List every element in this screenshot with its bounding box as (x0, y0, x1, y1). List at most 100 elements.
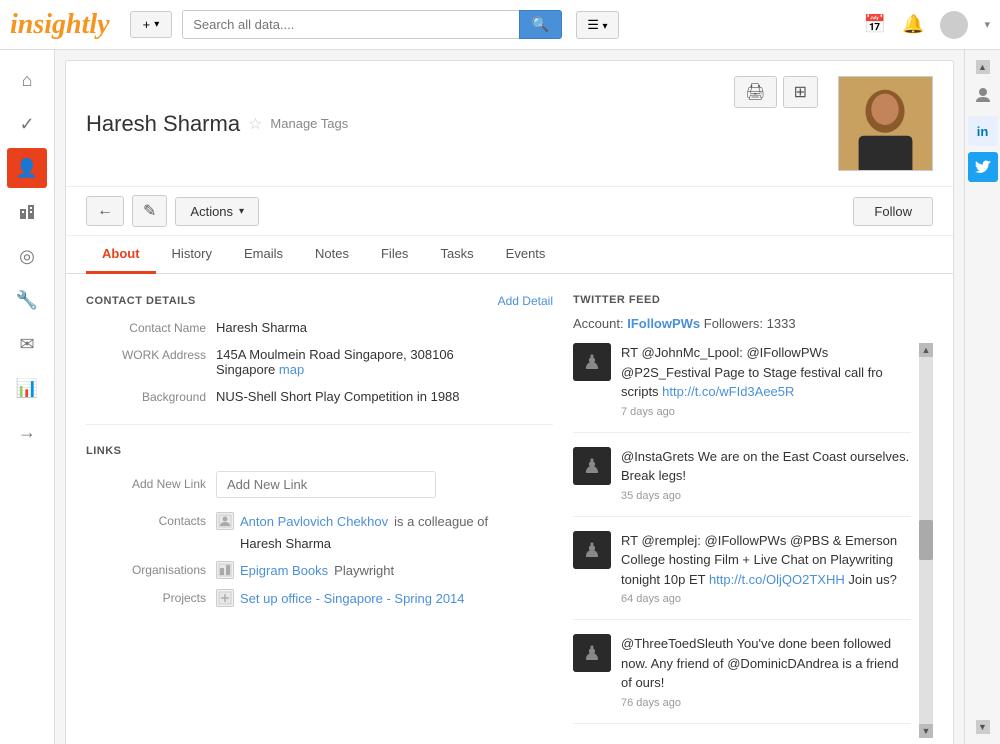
tweet-3-link[interactable]: http://t.co/OljQO2TXHH (709, 572, 845, 587)
sidebar-item-organizations[interactable] (7, 192, 47, 232)
back-button[interactable]: ← (86, 196, 124, 226)
actions-button[interactable]: Actions ▾ (175, 197, 259, 226)
twitter-followers-count: 1333 (767, 316, 796, 331)
content-area: Haresh Sharma ☆ Manage Tags 🖨 ⊞ (55, 50, 1000, 744)
detail-row-name: Contact Name Haresh Sharma (86, 320, 553, 335)
detail-value-background: NUS-Shell Short Play Competition in 1988 (216, 389, 553, 404)
tweet-3-text: RT @remplej: @IFollowPWs @PBS & Emerson … (621, 531, 911, 590)
add-link-input[interactable] (216, 471, 436, 498)
links-title: LINKS (86, 445, 553, 457)
contacts-icon (216, 512, 234, 530)
twitter-handle[interactable]: IFollowPWs (627, 316, 700, 331)
expand-button[interactable]: ⊞ (783, 76, 818, 108)
tab-events[interactable]: Events (490, 236, 562, 274)
avatar-image (839, 76, 932, 171)
grid-button[interactable]: ☰ ▾ (576, 11, 618, 39)
twitter-scroll-down[interactable]: ▼ (919, 724, 933, 738)
right-icon-linkedin[interactable]: in (968, 116, 998, 146)
search-input[interactable] (182, 10, 519, 39)
add-button[interactable]: + ▾ (130, 11, 173, 38)
manage-tags[interactable]: Manage Tags (270, 116, 348, 131)
svg-text:♟: ♟ (583, 352, 601, 374)
tabs-bar: About History Emails Notes Files Tasks E… (66, 236, 953, 274)
sidebar-item-arrow[interactable]: → (7, 412, 47, 452)
detail-row-background: Background NUS-Shell Short Play Competit… (86, 389, 553, 404)
tweet-1-content: RT @JohnMc_Lpool: @IFollowPWs @P2S_Festi… (621, 343, 911, 418)
app-layout: ⌂ ✓ 👤 ◎ 🔧 ✉ 📊 → Haresh Sharma ☆ Manage T… (0, 50, 1000, 744)
twitter-scroll-up[interactable]: ▲ (919, 343, 933, 357)
link-label-projects: Projects (86, 589, 206, 605)
search-button[interactable]: 🔍 (519, 10, 562, 39)
map-link[interactable]: map (279, 362, 304, 377)
link-value-organisations: Epigram Books Playwright (216, 561, 553, 579)
tweet-1-avatar: ♟ (573, 343, 611, 381)
tab-history[interactable]: History (156, 236, 228, 274)
tab-notes[interactable]: Notes (299, 236, 365, 274)
follow-button[interactable]: Follow (853, 197, 933, 226)
tweet-1-text: RT @JohnMc_Lpool: @IFollowPWs @P2S_Festi… (621, 343, 911, 402)
header-right-section: 🖨 ⊞ (734, 76, 933, 171)
notifications-icon[interactable]: 🔔 (902, 14, 924, 35)
link-row-projects: Projects Set up office - Singapore - Spr… (86, 589, 553, 607)
org-link-primary[interactable]: Epigram Books (240, 563, 328, 578)
twitter-account-prefix: Account: (573, 316, 624, 331)
print-button[interactable]: 🖨 (734, 76, 776, 108)
sidebar-item-home[interactable]: ⌂ (7, 60, 47, 100)
toolbar-row: ← ✎ Actions ▾ Follow (66, 187, 953, 236)
sidebar-item-contacts[interactable]: 👤 (7, 148, 47, 188)
organisations-icon (216, 561, 234, 579)
tweet-1: ♟ RT @JohnMc_Lpool: @IFollowPWs @P2S_Fes… (573, 343, 911, 433)
calendar-icon[interactable]: 📅 (864, 14, 886, 35)
twitter-account-info: Account: IFollowPWs Followers: 1333 (573, 316, 933, 331)
link-label-contacts: Contacts (86, 512, 206, 528)
user-avatar[interactable] (940, 11, 968, 39)
star-icon[interactable]: ☆ (248, 114, 262, 134)
contact-link-primary[interactable]: Anton Pavlovich Chekhov (240, 514, 388, 529)
nav-icons: 📅 🔔 ▾ (864, 11, 990, 39)
print-row: 🖨 ⊞ (734, 76, 818, 108)
tweet-3-content: RT @remplej: @IFollowPWs @PBS & Emerson … (621, 531, 911, 606)
twitter-scrollbar: ▲ ▼ (919, 343, 933, 738)
search-box: 🔍 (182, 10, 562, 39)
sidebar-item-tools[interactable]: 🔧 (7, 280, 47, 320)
right-icon-twitter[interactable] (968, 152, 998, 182)
sidebar-item-target[interactable]: ◎ (7, 236, 47, 276)
detail-row-address: WORK Address 145A Moulmein Road Singapor… (86, 347, 553, 377)
sidebar-item-reports[interactable]: 📊 (7, 368, 47, 408)
edit-button[interactable]: ✎ (132, 195, 167, 227)
tweet-1-link[interactable]: http://t.co/wFId3Aee5R (662, 384, 794, 399)
projects-icon (216, 589, 234, 607)
svg-text:♟: ♟ (583, 456, 601, 478)
outer-scroll-up[interactable]: ▲ (976, 60, 990, 74)
twitter-followers-prefix: Followers: (704, 316, 763, 331)
header-print-area: 🖨 ⊞ (734, 76, 818, 108)
tweet-4-content: @ThreeToedSleuth You've done been follow… (621, 634, 911, 709)
svg-text:♟: ♟ (583, 540, 601, 562)
detail-value-address: 145A Moulmein Road Singapore, 308106 Sin… (216, 347, 553, 377)
link-value-projects: Set up office - Singapore - Spring 2014 (216, 589, 553, 607)
tab-tasks[interactable]: Tasks (424, 236, 489, 274)
right-icon-person[interactable] (968, 80, 998, 110)
contact-name-text: Haresh Sharma (86, 111, 240, 137)
tweets-list: ♟ RT @JohnMc_Lpool: @IFollowPWs @P2S_Fes… (573, 343, 911, 738)
contact-link-secondary: is a colleague of (394, 514, 488, 529)
twitter-scrollbar-thumb[interactable] (919, 520, 933, 560)
sidebar-item-mail[interactable]: ✉ (7, 324, 47, 364)
tab-about[interactable]: About (86, 236, 156, 274)
twitter-wrapper: ♟ RT @JohnMc_Lpool: @IFollowPWs @P2S_Fes… (573, 343, 933, 738)
tweet-2-avatar: ♟ (573, 447, 611, 485)
outer-scroll-down[interactable]: ▼ (976, 720, 990, 734)
sidebar-item-tasks[interactable]: ✓ (7, 104, 47, 144)
tab-files[interactable]: Files (365, 236, 424, 274)
contact-details-title: CONTACT DETAILS Add Detail (86, 294, 553, 308)
svg-text:♟: ♟ (583, 643, 601, 665)
tweet-2-time: 35 days ago (621, 490, 911, 502)
tweet-2-content: @InstaGrets We are on the East Coast our… (621, 447, 911, 502)
top-nav: insightly + ▾ 🔍 ☰ ▾ 📅 🔔 ▾ (0, 0, 1000, 50)
project-link-primary[interactable]: Set up office - Singapore - Spring 2014 (240, 591, 465, 606)
app-logo: insightly (10, 9, 110, 41)
add-detail-link[interactable]: Add Detail (498, 294, 553, 308)
detail-value-name: Haresh Sharma (216, 320, 553, 335)
tab-emails[interactable]: Emails (228, 236, 299, 274)
tweet-4-text: @ThreeToedSleuth You've done been follow… (621, 634, 911, 693)
